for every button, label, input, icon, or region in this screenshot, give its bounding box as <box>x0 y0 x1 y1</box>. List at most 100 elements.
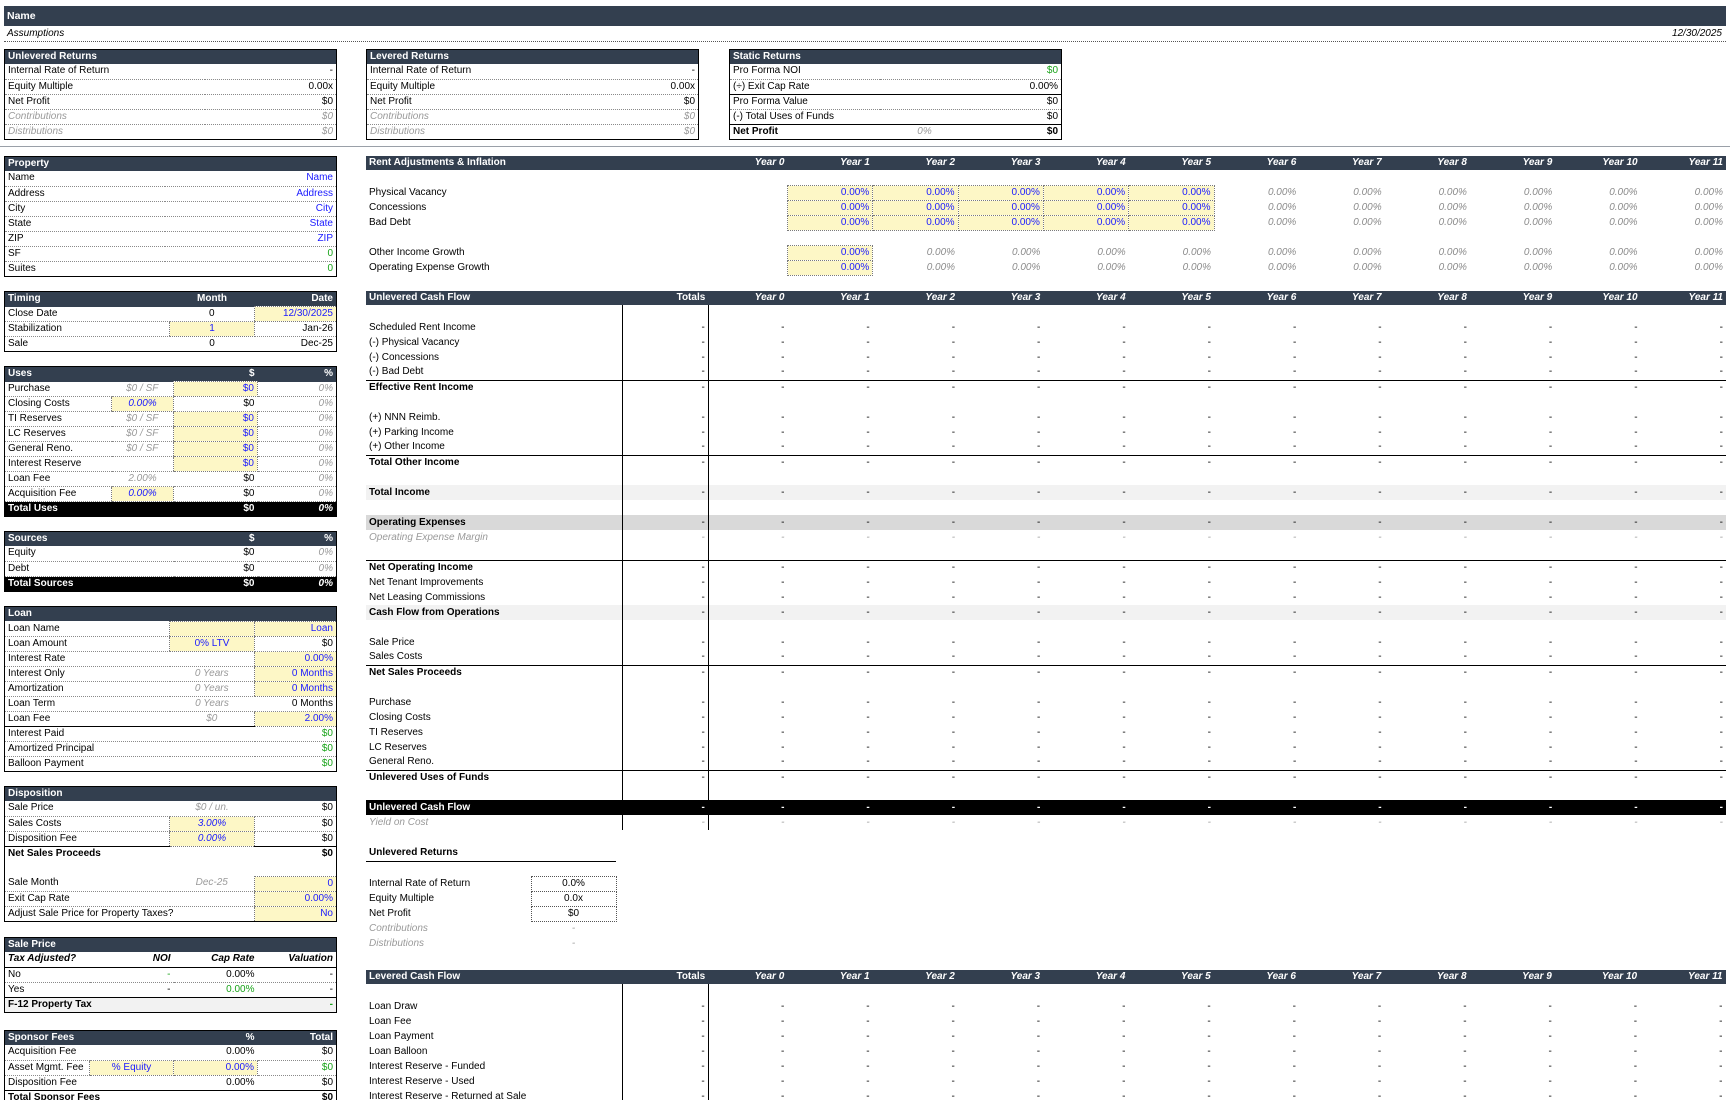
timing-sale-date[interactable]: Dec-25 <box>255 337 337 352</box>
ucf-cell[interactable]: - <box>1641 740 1726 755</box>
physical-vacancy-input[interactable]: 0.00% <box>1128 184 1215 201</box>
other-income-growth-value[interactable]: 0.00% <box>1214 245 1299 260</box>
concessions-value[interactable]: 0.00% <box>1470 200 1555 215</box>
ucf-cell[interactable] <box>1299 785 1384 800</box>
ucf-cell[interactable]: - <box>958 454 1044 470</box>
ucf-row-total[interactable]: - <box>622 800 709 815</box>
ucf-cell[interactable]: - <box>787 650 872 665</box>
lcf-cell[interactable]: - <box>1043 1044 1128 1059</box>
ucf-cell[interactable]: - <box>872 800 959 815</box>
ucf-cell[interactable]: - <box>1299 590 1384 605</box>
ucf-cell[interactable]: - <box>873 740 958 755</box>
uses-lc-psf[interactable]: $0 / SF <box>111 426 174 442</box>
ucf-cell[interactable]: - <box>1129 815 1214 830</box>
lcf-cell[interactable]: - <box>958 1029 1043 1044</box>
ucf-cell[interactable]: - <box>1641 695 1726 710</box>
ucf-cell[interactable]: - <box>1555 410 1640 425</box>
ucf-cell[interactable]: - <box>1299 575 1384 590</box>
ucf-cell[interactable]: - <box>1555 740 1640 755</box>
ucf-cell[interactable]: - <box>1555 605 1641 620</box>
ucf-cell[interactable]: - <box>708 769 788 785</box>
ucf-cell[interactable]: - <box>708 590 787 605</box>
ucf-cell[interactable] <box>1385 395 1470 410</box>
ucf-cell[interactable]: - <box>873 710 958 725</box>
physical-vacancy-input[interactable]: 0.00% <box>872 184 959 201</box>
ucf-cell[interactable]: - <box>1470 425 1555 440</box>
sp-footer-value[interactable]: - <box>258 997 337 1012</box>
lcf-cell[interactable]: - <box>873 1074 958 1089</box>
ucf-cell[interactable]: - <box>1385 635 1470 650</box>
ucf-cell[interactable]: - <box>708 740 787 755</box>
lcf-cell[interactable]: - <box>1214 1089 1299 1100</box>
lcf-cell[interactable]: - <box>787 999 872 1014</box>
lcf-cell[interactable]: - <box>1470 1029 1555 1044</box>
loan-balloon-value[interactable]: $0 <box>255 757 337 772</box>
lcf-cell[interactable]: - <box>873 1044 958 1059</box>
lcf-cell[interactable]: - <box>958 1044 1043 1059</box>
lcf-cell[interactable]: - <box>787 1059 872 1074</box>
lcf-cell[interactable]: - <box>1043 1089 1128 1100</box>
ucf-cell[interactable] <box>1385 305 1470 320</box>
lcf-cell[interactable]: - <box>1128 1044 1213 1059</box>
disp-nsp-value[interactable]: $0 <box>255 846 337 861</box>
ucf-cell[interactable]: - <box>958 740 1043 755</box>
ucf-cell[interactable]: - <box>1214 485 1300 500</box>
other-income-growth-value[interactable]: 0.00% <box>1385 245 1470 260</box>
ucf-cell[interactable]: - <box>1641 530 1726 545</box>
ucf-cell[interactable]: - <box>708 695 787 710</box>
ucf-cell[interactable] <box>708 545 787 560</box>
ucf-cell[interactable] <box>1129 500 1214 515</box>
ucf-cell[interactable]: - <box>708 605 788 620</box>
lcf-cell[interactable]: - <box>1640 1074 1725 1089</box>
ucf-cell[interactable] <box>873 545 958 560</box>
ucf-cell[interactable]: - <box>708 664 788 680</box>
ucf-cell[interactable]: - <box>1640 605 1726 620</box>
ucf-row-total[interactable]: - <box>622 559 709 575</box>
ucf-cell[interactable]: - <box>787 515 873 530</box>
ucf-cell[interactable]: - <box>1299 365 1384 380</box>
lcf-cell[interactable]: - <box>958 1014 1043 1029</box>
ucf-cell[interactable]: - <box>1469 769 1556 785</box>
ucf-cell[interactable]: - <box>958 425 1043 440</box>
lcf-cell[interactable]: - <box>708 1089 787 1100</box>
ucf-cell[interactable] <box>1299 545 1384 560</box>
ucf-cell[interactable]: - <box>958 664 1044 680</box>
lcf-cell[interactable]: - <box>1299 1059 1384 1074</box>
ucf-cell[interactable]: - <box>1641 410 1726 425</box>
ucf-cell[interactable] <box>787 500 872 515</box>
ucf-row-total[interactable]: - <box>622 695 709 710</box>
ucf-cell[interactable]: - <box>1555 725 1640 740</box>
uses-total-pct[interactable]: 0% <box>257 501 337 517</box>
lcf-cell[interactable]: - <box>1640 999 1725 1014</box>
ucf-cell[interactable]: - <box>1385 710 1470 725</box>
ucf-cell[interactable]: - <box>958 650 1043 665</box>
ucf-cell[interactable] <box>1470 620 1555 635</box>
ucf-cell[interactable]: - <box>1641 575 1726 590</box>
lcf-cell[interactable]: - <box>1214 999 1299 1014</box>
lcf-cell[interactable] <box>1640 984 1725 999</box>
ucf-cell[interactable]: - <box>1043 769 1129 785</box>
concessions-input[interactable]: 0.00% <box>872 199 959 216</box>
other-income-growth-value[interactable]: 0.00% <box>1043 245 1128 260</box>
lcf-cell[interactable]: - <box>958 999 1043 1014</box>
ucf-cell[interactable]: - <box>1129 530 1214 545</box>
ucf-cell[interactable] <box>1470 785 1555 800</box>
concessions-input[interactable]: 0.00% <box>1042 199 1130 216</box>
ucf-row-total[interactable]: - <box>622 575 709 590</box>
ucf-cell[interactable]: - <box>1299 454 1385 470</box>
ucf-cell[interactable] <box>1555 395 1640 410</box>
lcf-cell[interactable] <box>873 984 958 999</box>
ucf-cell[interactable]: - <box>958 695 1043 710</box>
ucf-cell[interactable]: - <box>1555 454 1641 470</box>
ucf-cell[interactable] <box>787 785 872 800</box>
ucf-cell[interactable]: - <box>787 320 872 335</box>
ucf-cell[interactable] <box>1641 470 1726 485</box>
ucf-cell[interactable]: - <box>1555 800 1641 815</box>
ucf-cell[interactable] <box>1385 785 1470 800</box>
lcf-cell[interactable]: - <box>873 1059 958 1074</box>
lcf-cell[interactable]: - <box>787 1014 872 1029</box>
ucf-cell[interactable] <box>1385 545 1470 560</box>
ur-contrib-value[interactable]: $0 <box>204 109 337 125</box>
ucf-cell[interactable]: - <box>958 365 1043 380</box>
lcf-cell[interactable]: - <box>708 1074 787 1089</box>
